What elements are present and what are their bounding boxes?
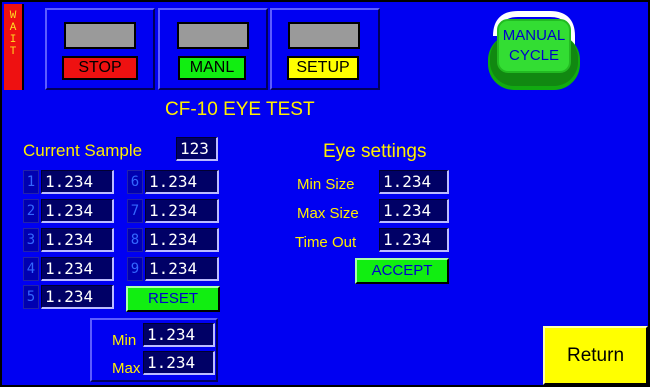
min-size-label: Min Size xyxy=(297,176,355,193)
sample-value-field[interactable]: 1.234 xyxy=(41,285,114,309)
setup-panel: SETUP xyxy=(270,8,380,90)
sample-index: 1 xyxy=(23,170,39,194)
sample-value-field[interactable]: 1.234 xyxy=(145,199,219,223)
sample-index: 8 xyxy=(127,228,143,252)
sample-index: 9 xyxy=(127,257,143,281)
manl-button[interactable]: MANL xyxy=(178,56,246,80)
sample-index: 2 xyxy=(23,199,39,223)
sample-value-field[interactable]: 1.234 xyxy=(41,257,114,281)
min-size-field[interactable]: 1.234 xyxy=(379,170,449,194)
max-size-label: Max Size xyxy=(297,205,359,222)
time-out-label: Time Out xyxy=(295,234,357,251)
hmi-screen: W A I T STOP MANL SETUP MANUAL CYCLE CF-… xyxy=(0,0,650,387)
sample-value-field[interactable]: 1.234 xyxy=(41,199,114,223)
manual-cycle-label: MANUAL CYCLE xyxy=(498,26,570,66)
sample-value-field[interactable]: 1.234 xyxy=(145,170,219,194)
time-out-field[interactable]: 1.234 xyxy=(379,228,449,252)
manual-cycle-button[interactable]: MANUAL CYCLE xyxy=(484,6,584,94)
manual-cycle-line1: MANUAL xyxy=(502,27,566,44)
sample-value-field[interactable]: 1.234 xyxy=(145,228,219,252)
wait-letter: T xyxy=(9,46,17,58)
sample-value-field[interactable]: 1.234 xyxy=(145,257,219,281)
min-value-field[interactable]: 1.234 xyxy=(143,323,215,347)
min-label: Min xyxy=(112,332,137,349)
max-value-field[interactable]: 1.234 xyxy=(143,351,215,375)
sample-index: 5 xyxy=(23,285,39,309)
manual-cycle-line2: CYCLE xyxy=(508,47,560,64)
sample-index: 7 xyxy=(127,199,143,223)
sample-index: 4 xyxy=(23,257,39,281)
sample-index: 3 xyxy=(23,228,39,252)
current-sample-field[interactable]: 123 xyxy=(176,137,218,161)
stop-button[interactable]: STOP xyxy=(62,56,138,80)
sample-value-field[interactable]: 1.234 xyxy=(41,228,114,252)
min-max-panel: Min 1.234 Max 1.234 xyxy=(90,318,218,382)
sample-index: 6 xyxy=(127,170,143,194)
current-sample-label: Current Sample xyxy=(23,141,143,160)
setup-lamp xyxy=(288,22,360,49)
wait-letter: W xyxy=(9,10,17,22)
setup-button[interactable]: SETUP xyxy=(287,56,359,80)
max-size-field[interactable]: 1.234 xyxy=(379,199,449,223)
eye-settings-heading: Eye settings xyxy=(323,141,427,162)
sample-value-field[interactable]: 1.234 xyxy=(41,170,114,194)
manl-panel: MANL xyxy=(158,8,268,90)
page-title: CF-10 EYE TEST xyxy=(165,99,315,120)
max-label: Max xyxy=(112,360,141,377)
stop-panel: STOP xyxy=(45,8,155,90)
manl-lamp xyxy=(177,22,249,49)
wait-indicator: W A I T xyxy=(4,4,24,90)
stop-lamp xyxy=(64,22,136,49)
wait-letter: A xyxy=(9,22,17,34)
return-button[interactable]: Return xyxy=(543,326,648,385)
wait-letter: I xyxy=(9,34,17,46)
reset-button[interactable]: RESET xyxy=(126,286,220,312)
accept-button[interactable]: ACCEPT xyxy=(355,258,449,284)
